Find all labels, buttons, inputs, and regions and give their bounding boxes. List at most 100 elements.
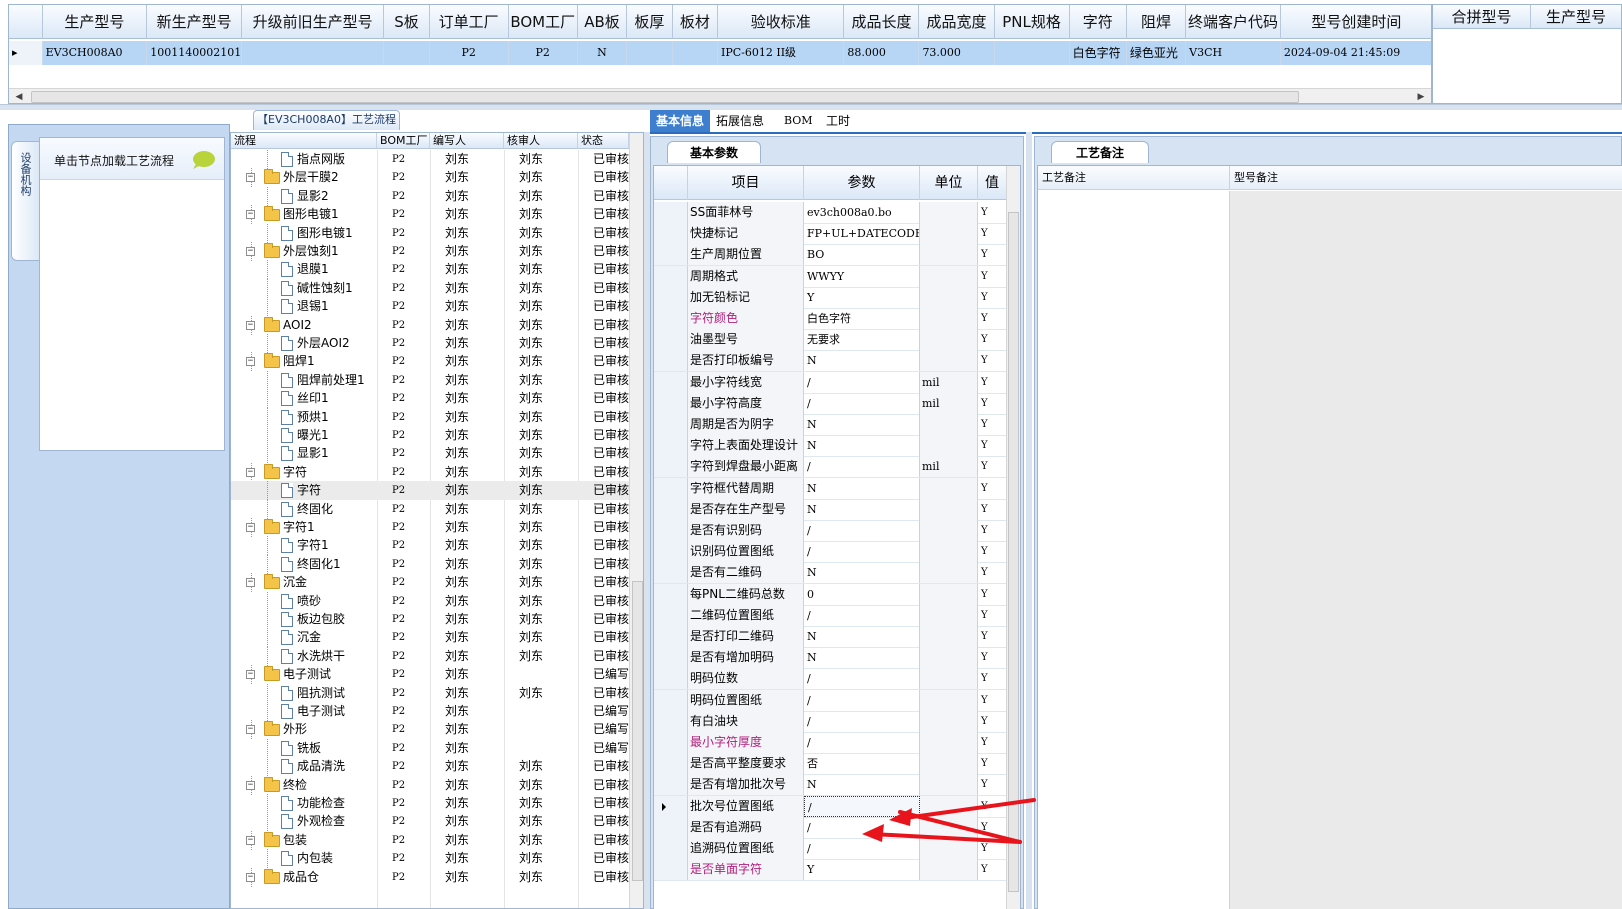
- row-selector[interactable]: [654, 710, 688, 732]
- row-selector[interactable]: [654, 626, 688, 647]
- vscroll-thumb[interactable]: [632, 581, 643, 881]
- row-selector[interactable]: [654, 795, 688, 817]
- param-row[interactable]: 是否有增加批次号 N Y: [654, 774, 1006, 797]
- tree-row[interactable]: 预烘1 P2 刘东 刘东 已审核: [231, 407, 629, 427]
- param-row[interactable]: 最小字符厚度 / Y: [654, 732, 1006, 754]
- col-header[interactable]: 板材: [673, 5, 719, 39]
- tree-row[interactable]: 内包装 P2 刘东 刘东 已审核: [231, 849, 629, 869]
- param-row[interactable]: 批次号位置图纸 / Y: [654, 795, 1006, 818]
- row-selector[interactable]: [654, 456, 688, 478]
- param-value[interactable]: N: [804, 626, 920, 647]
- tree-row[interactable]: − 字符1 P2 刘东 刘东 已审核: [231, 518, 629, 537]
- col-header[interactable]: 成品宽度: [919, 5, 995, 39]
- row-selector[interactable]: [654, 435, 688, 457]
- param-value[interactable]: /: [804, 838, 920, 859]
- param-row[interactable]: 字符颜色 白色字符 Y: [654, 308, 1006, 330]
- row-selector[interactable]: [654, 223, 688, 245]
- tree-row[interactable]: 成品清洗 P2 刘东 刘东 已审核: [231, 757, 629, 777]
- param-value[interactable]: BO: [804, 244, 920, 266]
- tree-row[interactable]: − 外层蚀刻1 P2 刘东 刘东 已审核: [231, 242, 629, 261]
- row-selector[interactable]: [654, 774, 688, 796]
- grid-cell[interactable]: P2: [509, 41, 578, 65]
- param-row[interactable]: 是否有识别码 / Y: [654, 520, 1006, 542]
- param-row[interactable]: 字符上表面处理设计 N Y: [654, 435, 1006, 458]
- tree-row[interactable]: 字符 P2 刘东 刘东 已审核: [231, 481, 629, 501]
- col-unit[interactable]: 单位: [920, 166, 978, 200]
- tab-bom[interactable]: BOM: [778, 110, 819, 132]
- param-row[interactable]: 周期是否为阴字 N Y: [654, 414, 1006, 436]
- tree-row[interactable]: 显影1 P2 刘东 刘东 已审核: [231, 444, 629, 464]
- col-production-model[interactable]: 生产型号: [1531, 5, 1621, 29]
- param-value[interactable]: WWYY: [804, 265, 920, 287]
- tab-extended-info[interactable]: 拓展信息: [710, 110, 770, 132]
- col-header[interactable]: 字符: [1070, 5, 1127, 39]
- param-value[interactable]: /: [804, 816, 920, 838]
- collapse-icon[interactable]: −: [246, 835, 255, 845]
- row-selector[interactable]: [654, 286, 688, 308]
- row-selector[interactable]: [654, 520, 688, 541]
- param-row[interactable]: 快捷标记 FP+UL+DATECODE Y: [654, 223, 1006, 246]
- vertical-splitter-right[interactable]: [1026, 132, 1032, 909]
- row-selector[interactable]: [654, 604, 688, 626]
- process-tree-vscroll[interactable]: [629, 133, 643, 908]
- param-row[interactable]: 明码位数 / Y: [654, 668, 1006, 691]
- col-header[interactable]: AB板: [578, 5, 628, 39]
- tree-row[interactable]: − 终检 P2 刘东 刘东 已审核: [231, 775, 629, 795]
- row-selector[interactable]: [654, 244, 688, 266]
- param-row[interactable]: 追溯码位置图纸 / Y: [654, 838, 1006, 860]
- tree-row[interactable]: − 成品仓 P2 刘东 刘东 已审核: [231, 867, 629, 887]
- tab-basic-params[interactable]: 基本参数: [667, 141, 761, 163]
- param-value[interactable]: Y: [804, 859, 920, 881]
- param-value[interactable]: N: [804, 774, 920, 796]
- collapse-icon[interactable]: −: [246, 357, 255, 367]
- grid-cell[interactable]: [384, 41, 430, 65]
- grid-cell[interactable]: [242, 41, 385, 65]
- param-row[interactable]: 有白油块 / Y: [654, 710, 1006, 733]
- param-value[interactable]: /: [804, 710, 920, 732]
- tree-row[interactable]: 终固化1 P2 刘东 刘东 已审核: [231, 554, 629, 574]
- grid-cell[interactable]: 73.000: [919, 41, 995, 65]
- param-row[interactable]: 是否有追溯码 / Y: [654, 816, 1006, 839]
- tree-row[interactable]: − 外层干膜2 P2 刘东 刘东 已审核: [231, 168, 629, 188]
- tree-row[interactable]: 丝印1 P2 刘东 刘东 已审核: [231, 389, 629, 409]
- param-row[interactable]: 最小字符高度 / mil Y: [654, 392, 1006, 415]
- col-header[interactable]: 验收标准: [718, 5, 845, 39]
- grid-cell[interactable]: P2: [430, 41, 509, 65]
- row-selector[interactable]: [654, 202, 688, 223]
- col-process-remark[interactable]: 工艺备注: [1038, 166, 1230, 190]
- grid-cell[interactable]: 白色字符: [1070, 41, 1127, 65]
- model-grid-hscroll[interactable]: ◀ ▶: [9, 88, 1431, 103]
- tree-row[interactable]: 显影2 P2 刘东 刘东 已审核: [231, 186, 629, 206]
- model-remark-area[interactable]: [1230, 191, 1622, 909]
- col-header[interactable]: BOM工厂: [509, 5, 578, 39]
- param-value[interactable]: 否: [804, 753, 920, 775]
- tree-row[interactable]: 水洗烘干 P2 刘东 刘东 已审核: [231, 646, 629, 666]
- param-row[interactable]: 是否有二维码 N Y: [654, 562, 1006, 585]
- equipment-tab[interactable]: 设备机构: [11, 141, 39, 261]
- collapse-icon[interactable]: −: [246, 670, 255, 680]
- row-selector[interactable]: [654, 668, 688, 690]
- process-flow-title[interactable]: 【EV3CH008A0】工艺流程: [253, 110, 400, 130]
- param-value[interactable]: /: [804, 604, 920, 626]
- param-row[interactable]: 明码位置图纸 / Y: [654, 689, 1006, 712]
- param-value[interactable]: /: [804, 668, 920, 690]
- tree-row[interactable]: 退膜1 P2 刘东 刘东 已审核: [231, 260, 629, 280]
- param-row[interactable]: 是否打印板编号 N Y: [654, 350, 1006, 373]
- param-value[interactable]: N: [804, 498, 920, 520]
- param-value[interactable]: N: [804, 414, 920, 435]
- grid-cell[interactable]: V3CH: [1186, 41, 1281, 65]
- tree-row[interactable]: 板边包胶 P2 刘东 刘东 已审核: [231, 610, 629, 629]
- grid-cell[interactable]: EV3CH008A0: [43, 41, 148, 65]
- param-value[interactable]: /: [804, 795, 920, 817]
- tree-row[interactable]: 图形电镀1 P2 刘东 刘东 已审核: [231, 223, 629, 243]
- row-selector[interactable]: [654, 371, 688, 393]
- tab-process-remark[interactable]: 工艺备注: [1051, 141, 1149, 163]
- grid-cell[interactable]: IPC-6012 II级: [718, 41, 845, 65]
- col-model-remark[interactable]: 型号备注: [1230, 166, 1622, 190]
- col-combined-model[interactable]: 合拼型号: [1433, 5, 1531, 29]
- tab-basic-info[interactable]: 基本信息: [650, 110, 711, 132]
- collapse-icon[interactable]: −: [246, 320, 255, 330]
- tree-row[interactable]: 指点网版 P2 刘东 刘东 已审核: [231, 150, 629, 169]
- row-selector[interactable]: [654, 732, 688, 753]
- row-selector[interactable]: [654, 477, 688, 499]
